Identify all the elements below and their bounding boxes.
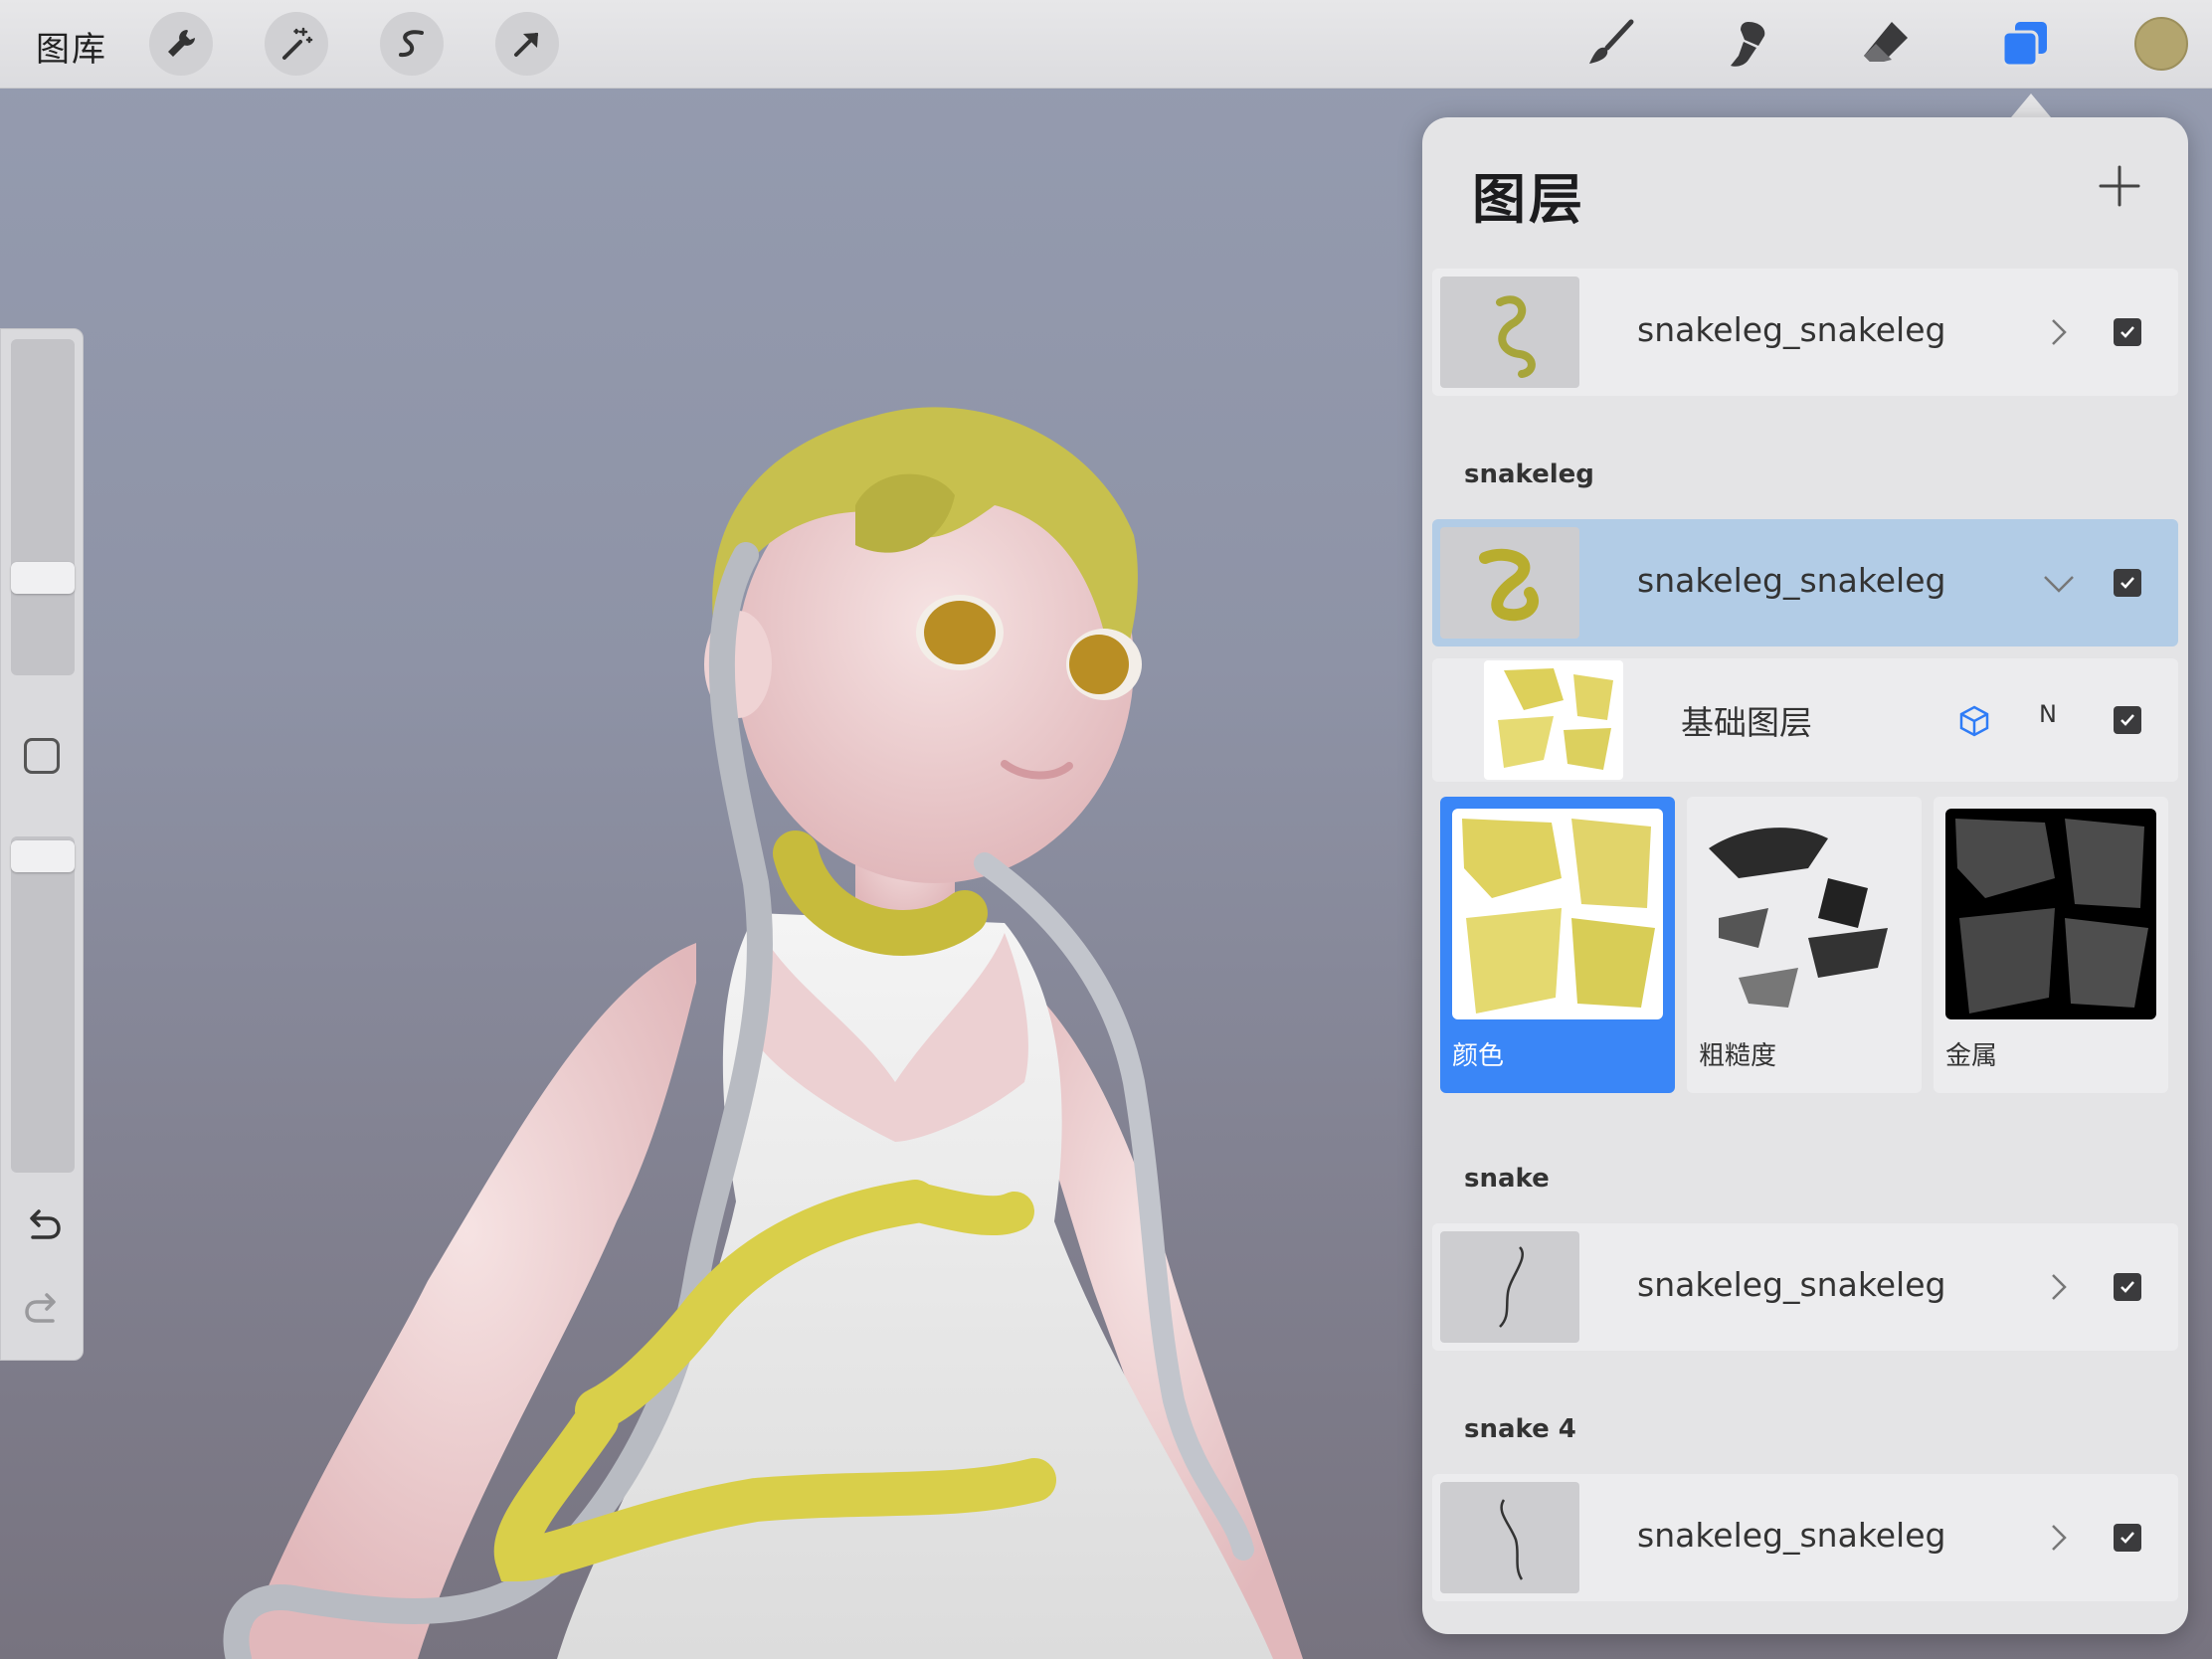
panel-pointer [2011, 93, 2051, 117]
group-title: snake [1464, 1164, 1550, 1194]
selection-s-icon[interactable] [380, 12, 444, 76]
transform-arrow-icon[interactable] [495, 12, 559, 76]
group-title: snakeleg [1464, 460, 1594, 489]
layer-thumbnail [1440, 527, 1579, 639]
chevron-right-icon[interactable] [2039, 1267, 2079, 1307]
magic-wand-icon[interactable] [265, 12, 328, 76]
chevron-down-icon[interactable] [2039, 563, 2079, 603]
chevron-right-icon[interactable] [2039, 312, 2079, 352]
material-color-tile[interactable]: 颜色 [1440, 797, 1675, 1093]
layer-name: snakeleg_snakeleg [1637, 1516, 1946, 1555]
layer-thumbnail [1440, 1482, 1579, 1593]
material-label: 粗糙度 [1699, 1041, 1777, 1071]
layer-row[interactable]: snakeleg_snakeleg [1432, 269, 2178, 396]
material-roughness-tile[interactable]: 粗糙度 [1687, 797, 1922, 1093]
layer-thumbnail [1440, 1231, 1579, 1343]
visibility-checkbox[interactable] [2114, 569, 2141, 597]
layer-row-selected[interactable]: snakeleg_snakeleg [1432, 519, 2178, 646]
layer-row[interactable]: snakeleg_snakeleg [1432, 1223, 2178, 1351]
material-label: 颜色 [1452, 1041, 1505, 1071]
material-metal-tile[interactable]: 金属 [1934, 797, 2168, 1093]
visibility-checkbox[interactable] [2114, 706, 2141, 734]
sublayer-thumbnail [1484, 660, 1623, 780]
metal-map-thumbnail [1945, 809, 2156, 1019]
visibility-checkbox[interactable] [2114, 318, 2141, 346]
canvas-3d-model[interactable] [0, 88, 1432, 1659]
layer-thumbnail [1440, 276, 1579, 388]
wrench-icon[interactable] [149, 12, 213, 76]
smudge-icon[interactable] [1715, 12, 1778, 76]
layers-icon[interactable] [1993, 12, 2057, 76]
group-title: snake 4 [1464, 1414, 1576, 1444]
layer-name: snakeleg_snakeleg [1637, 310, 1946, 349]
chevron-right-icon[interactable] [2039, 1518, 2079, 1558]
plus-icon[interactable] [2095, 161, 2144, 211]
top-toolbar: 图库 [0, 0, 2212, 89]
layer-name: snakeleg_snakeleg [1637, 561, 1946, 600]
layer-row[interactable]: snakeleg_snakeleg [1432, 1474, 2178, 1601]
panel-title: 图层 [1472, 168, 1585, 231]
color-map-thumbnail [1452, 809, 1663, 1019]
cube-material-icon[interactable] [1957, 704, 1991, 738]
material-label: 金属 [1945, 1041, 1998, 1071]
visibility-checkbox[interactable] [2114, 1524, 2141, 1552]
eraser-icon[interactable] [1854, 12, 1918, 76]
layers-panel: 图层 snakeleg_snakeleg snakeleg snakeleg_s… [1422, 117, 2188, 1634]
gallery-button[interactable]: 图库 [36, 22, 107, 71]
blend-mode-flag[interactable]: N [2039, 700, 2057, 728]
brush-icon[interactable] [1577, 12, 1641, 76]
sublayer-name: 基础图层 [1681, 703, 1812, 742]
layer-name: snakeleg_snakeleg [1637, 1265, 1946, 1304]
color-picker-swatch[interactable] [2134, 17, 2188, 71]
visibility-checkbox[interactable] [2114, 1273, 2141, 1301]
sublayer-row[interactable]: 基础图层 N [1432, 658, 2178, 782]
roughness-map-thumbnail [1699, 809, 1910, 1019]
